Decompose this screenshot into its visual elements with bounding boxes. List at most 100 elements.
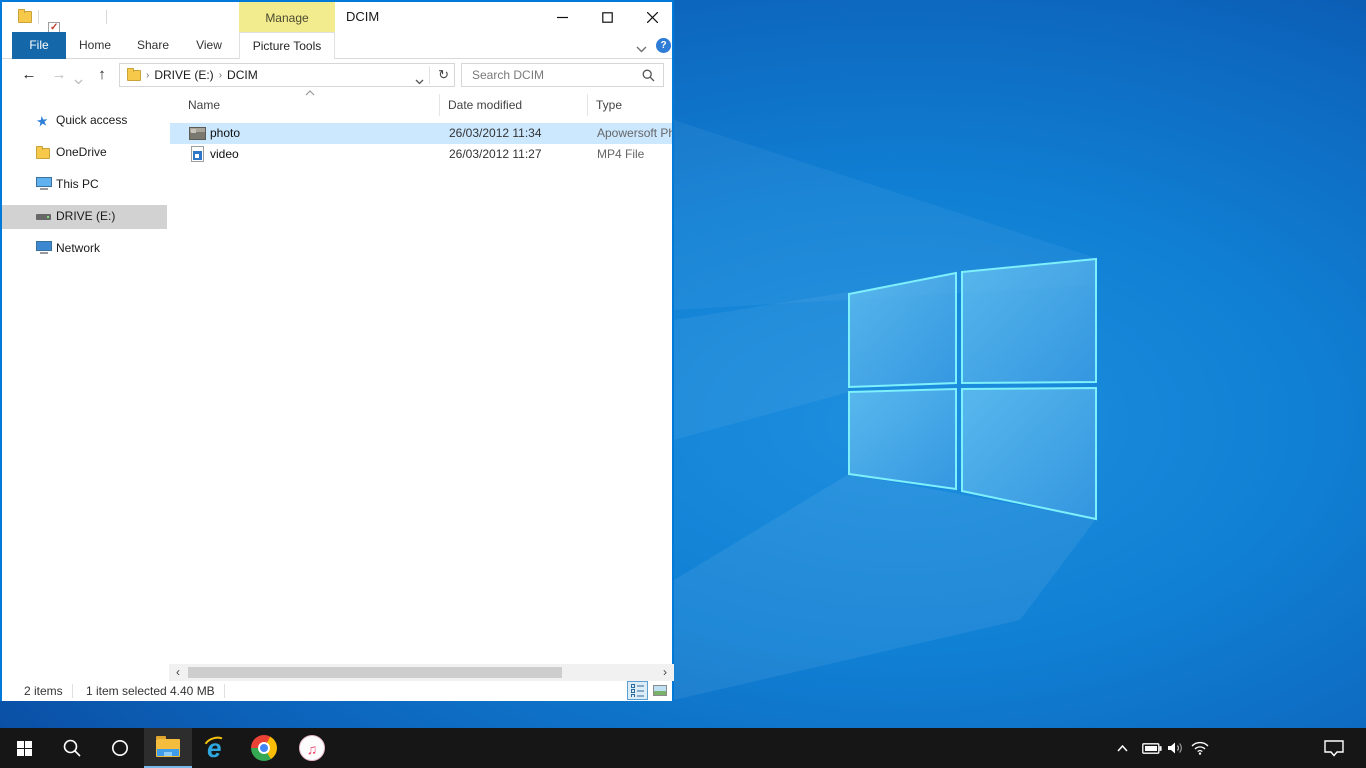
battery-icon[interactable] — [1140, 728, 1164, 768]
forward-icon[interactable]: → — [49, 59, 69, 90]
column-header-type[interactable]: Type — [596, 98, 622, 112]
search-icon — [63, 739, 81, 757]
volume-icon[interactable] — [1164, 728, 1186, 768]
taskbar: e ♫ — [0, 728, 1366, 768]
sidebar-item-label: Quick access — [56, 113, 127, 127]
sidebar-item-drive-e[interactable]: DRIVE (E:) — [2, 205, 167, 229]
minimize-button[interactable] — [542, 2, 582, 32]
file-date: 26/03/2012 11:27 — [449, 147, 542, 161]
qat-separator — [106, 10, 107, 24]
tab-view[interactable]: View — [184, 32, 234, 59]
address-dropdown-icon[interactable] — [415, 72, 424, 90]
horizontal-scrollbar[interactable]: ‹ › — [169, 664, 674, 681]
file-list-pane: Name Date modified Type photo 26/03/2012… — [169, 90, 672, 664]
explorer-window: ✓ Manage DCIM File Home Share View Pictu… — [0, 0, 674, 701]
address-bar: ← → ↑ › DRIVE (E:) › DCIM ↻ — [2, 59, 672, 90]
start-icon — [17, 741, 32, 756]
file-row-video[interactable]: video 26/03/2012 11:27 MP4 File — [170, 144, 672, 165]
scroll-left-icon[interactable]: ‹ — [171, 664, 185, 681]
navigation-pane: ★ Quick access OneDrive This PC DRIVE (E… — [2, 90, 167, 664]
chrome-icon — [251, 735, 277, 761]
details-view-icon[interactable] — [627, 681, 648, 700]
drive-icon — [36, 209, 52, 225]
column-header-name[interactable]: Name — [188, 98, 220, 112]
status-divider — [72, 684, 73, 698]
item-count: 2 items — [24, 684, 63, 698]
breadcrumb-chevron-icon: › — [219, 70, 222, 81]
folder-icon — [127, 70, 141, 81]
file-row-photo[interactable]: photo 26/03/2012 11:34 Apowersoft Photo — [170, 123, 672, 144]
tab-share[interactable]: Share — [128, 32, 178, 59]
taskbar-file-explorer-button[interactable] — [144, 728, 192, 768]
sidebar-item-label: Network — [56, 241, 100, 255]
help-icon[interactable]: ? — [656, 38, 671, 53]
sidebar-item-label: This PC — [56, 177, 99, 191]
sidebar-item-label: DRIVE (E:) — [56, 209, 115, 223]
tray-up-chevron-icon[interactable] — [1112, 728, 1132, 768]
contextual-tab-manage[interactable]: Manage — [239, 2, 335, 32]
action-center-icon[interactable] — [1320, 728, 1348, 768]
start-button[interactable] — [0, 728, 48, 768]
sort-ascending-chevron-icon — [305, 90, 315, 96]
breadcrumb-folder[interactable]: DCIM — [227, 68, 258, 82]
column-header-date[interactable]: Date modified — [448, 98, 522, 112]
photo-thumbnail-icon — [189, 127, 206, 140]
itunes-icon: ♫ — [299, 735, 325, 761]
sidebar-item-label: OneDrive — [56, 145, 107, 159]
selection-count: 1 item selected — [86, 684, 167, 698]
sidebar-item-this-pc[interactable]: This PC — [2, 173, 167, 197]
taskbar-itunes-button[interactable]: ♫ — [288, 728, 336, 768]
status-divider — [224, 684, 225, 698]
tab-picture-tools[interactable]: Picture Tools — [239, 32, 335, 59]
search-input[interactable] — [472, 68, 632, 82]
mp4-file-icon — [191, 146, 204, 162]
sidebar-item-network[interactable]: Network — [2, 237, 167, 261]
up-icon[interactable]: ↑ — [92, 59, 112, 90]
search-box[interactable] — [461, 63, 664, 87]
internet-explorer-icon: e — [202, 734, 230, 762]
file-type: Apowersoft Photo — [597, 126, 672, 140]
onedrive-folder-icon — [36, 145, 52, 161]
maximize-button[interactable] — [587, 2, 627, 32]
breadcrumb-drive[interactable]: DRIVE (E:) — [154, 68, 213, 82]
file-name: photo — [210, 126, 240, 140]
breadcrumb-chevron-icon: › — [146, 70, 149, 81]
file-explorer-icon — [156, 739, 180, 757]
title-bar: ✓ Manage DCIM — [2, 2, 672, 32]
column-divider[interactable] — [439, 94, 440, 116]
sidebar-item-onedrive[interactable]: OneDrive — [2, 141, 167, 165]
qat-separator — [38, 10, 39, 24]
ribbon-tab-bar: File Home Share View Picture Tools ? — [2, 32, 672, 59]
search-icon[interactable] — [642, 69, 655, 87]
status-bar: 2 items 1 item selected 4.40 MB — [2, 681, 672, 701]
scrollbar-thumb[interactable] — [188, 667, 562, 678]
back-icon[interactable]: ← — [19, 59, 39, 90]
network-icon — [36, 241, 52, 257]
collapse-ribbon-chevron-icon[interactable] — [636, 40, 647, 58]
taskbar-chrome-button[interactable] — [240, 728, 288, 768]
refresh-icon[interactable]: ↻ — [438, 67, 449, 83]
window-title: DCIM — [346, 2, 379, 32]
wifi-icon[interactable] — [1188, 728, 1212, 768]
address-separator — [429, 66, 430, 84]
tab-file[interactable]: File — [12, 32, 66, 59]
file-type: MP4 File — [597, 147, 644, 161]
cortana-icon — [111, 739, 129, 757]
this-pc-monitor-icon — [36, 177, 52, 193]
cortana-button[interactable] — [96, 728, 144, 768]
selection-size: 4.40 MB — [170, 684, 215, 698]
close-button[interactable] — [632, 2, 672, 32]
quick-access-star-icon: ★ — [36, 113, 52, 129]
taskbar-internet-explorer-button[interactable]: e — [192, 728, 240, 768]
explorer-window-icon — [18, 11, 32, 23]
thumbnails-view-icon[interactable] — [649, 681, 670, 700]
recent-locations-icon[interactable] — [74, 72, 83, 90]
sidebar-item-quick-access[interactable]: ★ Quick access — [2, 109, 167, 133]
file-name: video — [210, 147, 239, 161]
scroll-right-icon[interactable]: › — [658, 664, 672, 681]
column-divider[interactable] — [587, 94, 588, 116]
taskbar-search-button[interactable] — [48, 728, 96, 768]
file-date: 26/03/2012 11:34 — [449, 126, 542, 140]
address-box[interactable]: › DRIVE (E:) › DCIM ↻ — [119, 63, 455, 87]
tab-home[interactable]: Home — [70, 32, 120, 59]
